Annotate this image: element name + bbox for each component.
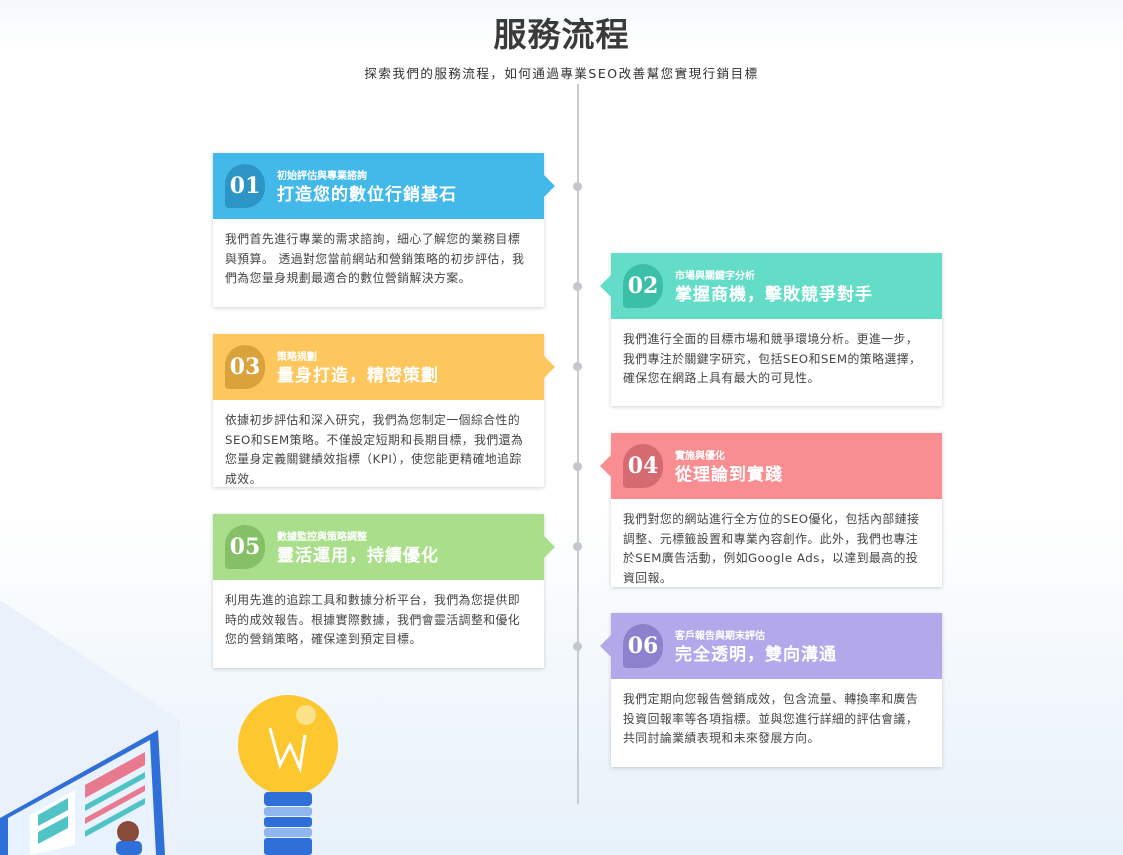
step-header: 06 客戶報告與期末評估 完全透明，雙向溝通: [600, 613, 942, 679]
pointer-arrow: [544, 356, 555, 378]
step-heading: 從理論到實踐: [675, 465, 783, 485]
step-card-06: 06 客戶報告與期末評估 完全透明，雙向溝通 我們定期向您報告營銷成效，包含流量…: [600, 613, 942, 767]
step-header: 03 策略規劃 量身打造，精密策劃: [213, 334, 555, 400]
timeline-line: [577, 84, 579, 804]
step-card-03: 03 策略規劃 量身打造，精密策劃 依據初步評估和深入研究，我們為您制定一個綜合…: [213, 334, 555, 487]
step-heading: 掌握商機，擊敗競爭對手: [675, 285, 873, 305]
pointer-arrow: [600, 635, 611, 657]
timeline-dot: [573, 462, 582, 471]
step-card-04: 04 實施與優化 從理論到實踐 我們對您的網站進行全方位的SEO優化，包括內部鏈…: [600, 433, 942, 587]
step-heading: 打造您的數位行銷基石: [277, 185, 457, 205]
pointer-arrow: [544, 536, 555, 558]
lightbulb-icon: [238, 695, 338, 855]
timeline-dot: [573, 362, 582, 371]
step-description: 我們進行全面的目標市場和競爭環境分析。更進一步，我們專注於關鍵字研究，包括SEO…: [623, 332, 922, 385]
page-subtitle: 探索我們的服務流程，如何通過專業SEO改善幫您實現行銷目標: [364, 66, 759, 81]
step-card-02: 02 市場與關鍵字分析 掌握商機，擊敗競爭對手 我們進行全面的目標市場和競爭環境…: [600, 253, 942, 406]
step-number-badge: 01: [225, 164, 265, 208]
step-header: 04 實施與優化 從理論到實踐: [600, 433, 942, 499]
illustration: [0, 600, 338, 855]
step-heading: 量身打造，精密策劃: [277, 366, 439, 386]
step-description: 依據初步評估和深入研究，我們為您制定一個綜合性的SEO和SEM策略。不僅設定短期…: [225, 413, 524, 486]
page-title: 服務流程: [493, 15, 630, 54]
pointer-arrow: [600, 275, 611, 297]
step-description: 我們首先進行專業的需求諮詢，細心了解您的業務目標與預算。 透過對您當前網站和營銷…: [225, 232, 525, 285]
step-heading: 完全透明，雙向溝通: [675, 645, 837, 665]
pointer-arrow: [544, 175, 555, 197]
timeline-dot: [573, 642, 582, 651]
timeline-dot: [573, 182, 582, 191]
step-description: 我們定期向您報告營銷成效，包含流量、轉換率和廣告投資回報率等各項指標。並與您進行…: [623, 692, 919, 745]
step-header: 02 市場與關鍵字分析 掌握商機，擊敗競爭對手: [600, 253, 942, 319]
step-number-badge: 02: [623, 264, 663, 308]
step-header: 01 初始評估與專業諮詢 打造您的數位行銷基石: [213, 153, 555, 219]
timeline-dot: [573, 282, 582, 291]
step-number-badge: 04: [623, 444, 663, 488]
step-description: 我們對您的網站進行全方位的SEO優化，包括內部鏈接調整、元標籤設置和專業內容創作…: [623, 512, 920, 585]
pointer-arrow: [600, 455, 611, 477]
step-number-badge: 03: [225, 345, 265, 389]
timeline-dot: [573, 542, 582, 551]
step-card-01: 01 初始評估與專業諮詢 打造您的數位行銷基石 我們首先進行專業的需求諮詢，細心…: [213, 153, 555, 307]
step-number-badge: 06: [623, 624, 663, 668]
